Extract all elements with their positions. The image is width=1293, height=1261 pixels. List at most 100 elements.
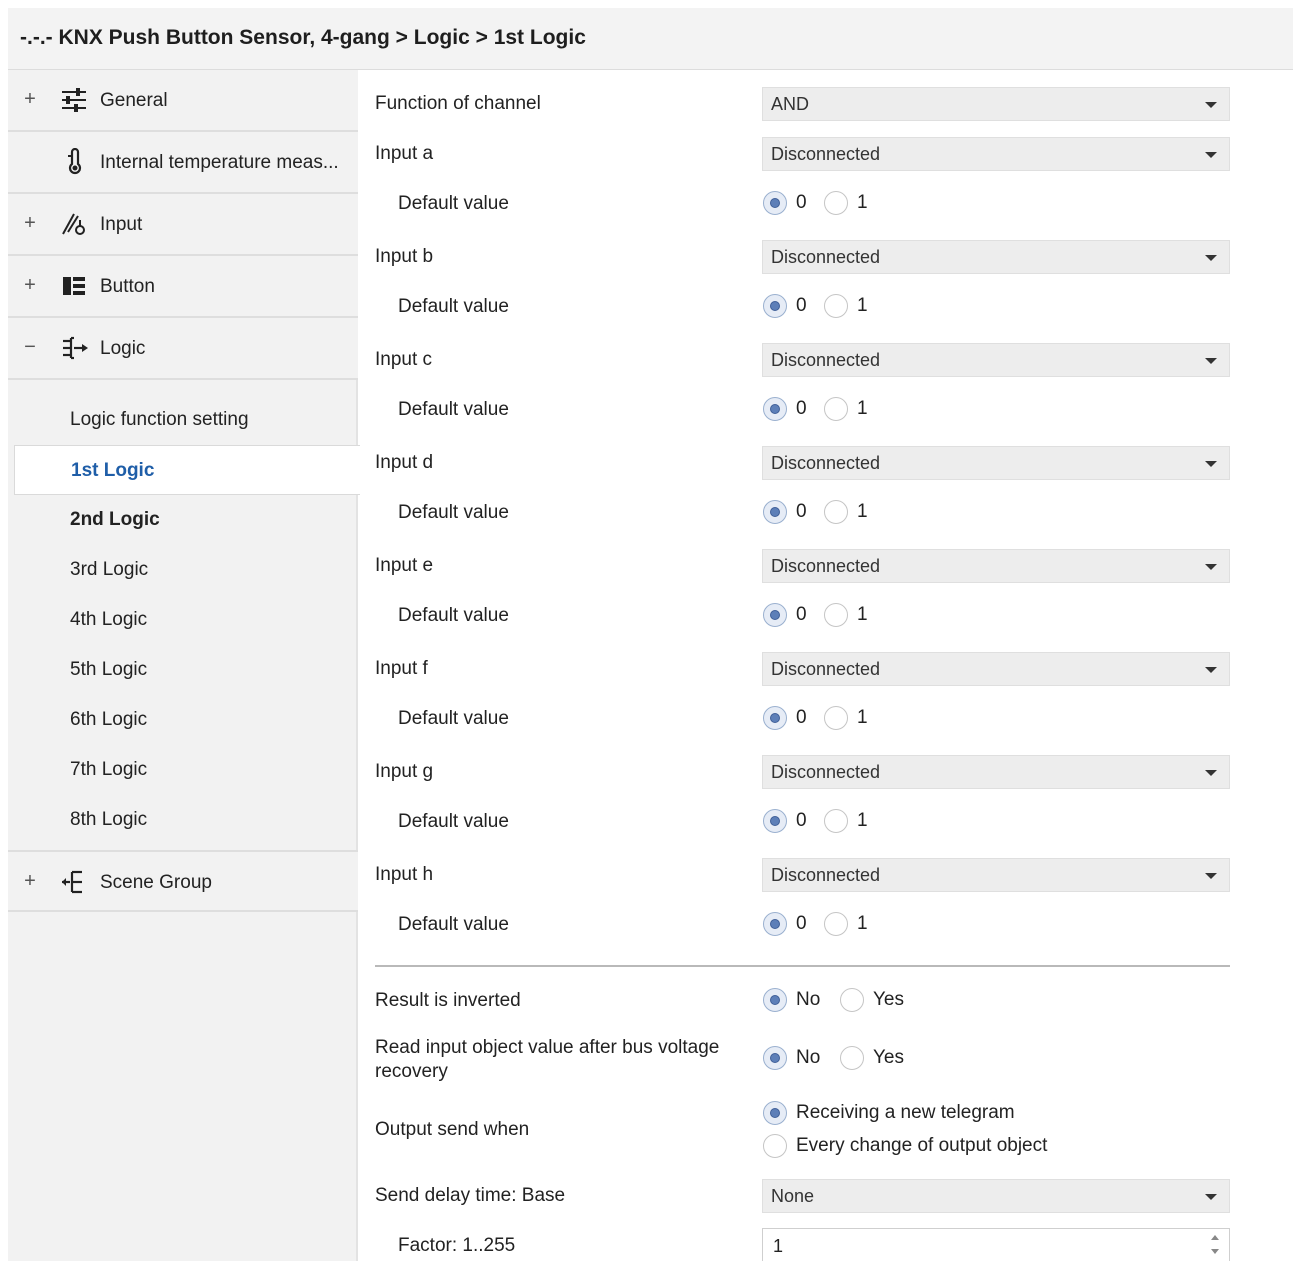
radio-label: No — [796, 1047, 821, 1068]
radio-label: Receiving a new telegram — [796, 1102, 1015, 1123]
sidebar-subitem-4th-logic[interactable]: 4th Logic — [8, 595, 358, 645]
radio-label: 0 — [796, 398, 807, 419]
send-delay-base-dropdown[interactable]: None — [762, 1179, 1230, 1213]
dropdown-value: AND — [771, 94, 810, 114]
radio-label: 0 — [796, 295, 807, 316]
sidebar-item-label: General — [100, 90, 168, 111]
input-d-default-label: Default value — [398, 502, 509, 523]
radio-selected-icon — [763, 988, 787, 1012]
chevron-down-icon — [1205, 102, 1217, 108]
stepper-up-icon[interactable] — [1211, 1235, 1219, 1240]
radio-label: 0 — [796, 913, 807, 934]
radio-unselected-icon — [763, 1134, 787, 1158]
radio-label: No — [796, 989, 821, 1010]
sidebar-subitem-logic-function-setting[interactable]: Logic function setting — [8, 395, 358, 445]
expand-icon[interactable]: + — [22, 274, 38, 297]
dropdown-value: Disconnected — [771, 659, 881, 679]
input-c-default-label: Default value — [398, 399, 509, 420]
sidebar-subitem-label: 4th Logic — [70, 609, 148, 630]
sidebar-subitem-2nd-logic[interactable]: 2nd Logic — [8, 495, 358, 545]
radio-label: 0 — [796, 604, 807, 625]
radio-unselected-icon — [824, 809, 848, 833]
chevron-down-icon — [1205, 770, 1217, 776]
sidebar-subitem-6th-logic[interactable]: 6th Logic — [8, 695, 358, 745]
input-b-dropdown[interactable]: Disconnected — [762, 240, 1230, 274]
sidebar-subitem-label: 2nd Logic — [70, 509, 160, 530]
chevron-down-icon — [1205, 1194, 1217, 1200]
radio-label: 1 — [857, 913, 868, 934]
dropdown-value: Disconnected — [771, 350, 881, 370]
sidebar-subitem-8th-logic[interactable]: 8th Logic — [8, 795, 358, 845]
radio-label: 1 — [857, 810, 868, 831]
sliders-icon — [60, 86, 90, 114]
radio-selected-icon — [763, 912, 787, 936]
radio-selected-icon — [763, 1046, 787, 1070]
output-send-when-label: Output send when — [375, 1119, 530, 1140]
radio-label: Yes — [873, 989, 904, 1010]
sidebar-subitem-1st-logic[interactable]: 1st Logic — [14, 445, 360, 495]
sidebar-subitem-7th-logic[interactable]: 7th Logic — [8, 745, 358, 795]
function-of-channel-dropdown[interactable]: AND — [762, 87, 1230, 121]
radio-label: 1 — [857, 501, 868, 522]
sidebar: + General Internal temperature meas... +… — [8, 70, 360, 1261]
input-g-label: Input g — [375, 761, 434, 782]
radio-selected-icon — [763, 809, 787, 833]
input-b-label: Input b — [375, 246, 434, 267]
dropdown-value: None — [771, 1186, 815, 1206]
sidebar-item-scene-group[interactable]: + Scene Group — [8, 850, 358, 912]
input-g-dropdown[interactable]: Disconnected — [762, 755, 1230, 789]
chevron-down-icon — [1205, 461, 1217, 467]
sidebar-item-logic[interactable]: − Logic — [8, 318, 358, 380]
input-h-default-label: Default value — [398, 914, 509, 935]
expand-icon[interactable]: + — [22, 870, 38, 893]
input-e-label: Input e — [375, 555, 434, 576]
thermometer-icon — [60, 147, 90, 176]
chevron-down-icon — [1205, 255, 1217, 261]
sidebar-item-input[interactable]: + Input — [8, 194, 358, 256]
sidebar-subitem-5th-logic[interactable]: 5th Logic — [8, 645, 358, 695]
radio-label: 0 — [796, 501, 807, 522]
sidebar-subitem-label: 7th Logic — [70, 759, 148, 780]
radio-selected-icon — [763, 500, 787, 524]
input-h-dropdown[interactable]: Disconnected — [762, 858, 1230, 892]
input-f-dropdown[interactable]: Disconnected — [762, 652, 1230, 686]
radio-label: 1 — [857, 707, 868, 728]
input-c-dropdown[interactable]: Disconnected — [762, 343, 1230, 377]
radio-unselected-icon — [824, 191, 848, 215]
input-a-dropdown[interactable]: Disconnected — [762, 137, 1230, 171]
dropdown-value: Disconnected — [771, 556, 881, 576]
input-switch-icon — [60, 210, 90, 238]
sidebar-subitem-3rd-logic[interactable]: 3rd Logic — [8, 545, 358, 595]
dropdown-value: Disconnected — [771, 865, 881, 885]
factor-stepper[interactable]: 1 — [762, 1228, 1230, 1261]
radio-label: Every change of output object — [796, 1135, 1048, 1156]
sidebar-item-internal-temperature[interactable]: Internal temperature meas... — [8, 132, 358, 194]
sidebar-subitem-label: 5th Logic — [70, 659, 148, 680]
radio-selected-icon — [763, 706, 787, 730]
input-e-dropdown[interactable]: Disconnected — [762, 549, 1230, 583]
radio-unselected-icon — [824, 603, 848, 627]
sidebar-item-label: Input — [100, 214, 143, 235]
radio-label: 1 — [857, 604, 868, 625]
input-g-default-label: Default value — [398, 811, 509, 832]
chevron-down-icon — [1205, 152, 1217, 158]
radio-selected-icon — [763, 397, 787, 421]
radio-selected-icon — [763, 1101, 787, 1125]
input-d-dropdown[interactable]: Disconnected — [762, 446, 1230, 480]
stepper-down-icon[interactable] — [1211, 1249, 1219, 1254]
expand-icon[interactable]: + — [22, 212, 38, 235]
radio-unselected-icon — [824, 912, 848, 936]
stepper-value: 1 — [773, 1236, 784, 1256]
expand-icon[interactable]: + — [22, 88, 38, 111]
radio-label: Yes — [873, 1047, 904, 1068]
radio-unselected-icon — [824, 500, 848, 524]
radio-unselected-icon — [824, 397, 848, 421]
radio-unselected-icon — [824, 706, 848, 730]
sidebar-item-general[interactable]: + General — [8, 70, 358, 132]
radio-label: 0 — [796, 707, 807, 728]
input-a-label: Input a — [375, 143, 434, 164]
collapse-icon[interactable]: − — [22, 336, 38, 359]
radio-selected-icon — [763, 294, 787, 318]
sidebar-subitem-label: 1st Logic — [71, 460, 155, 481]
sidebar-item-button[interactable]: + Button — [8, 256, 358, 318]
